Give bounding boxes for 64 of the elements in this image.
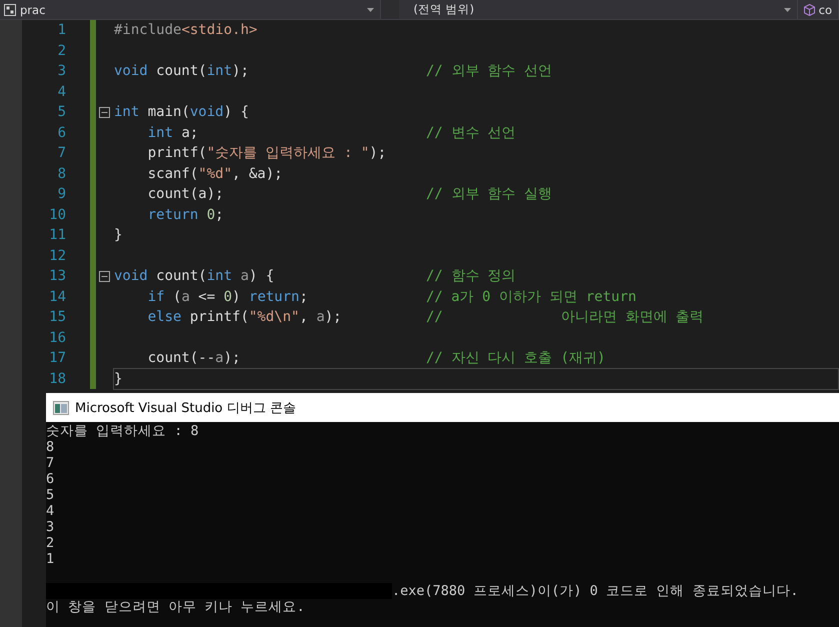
console-output: 3 [46,519,54,535]
code-text: count(--a); [146,350,242,366]
line-number: 6 [56,124,67,141]
project-dropdown[interactable]: prac [0,0,382,19]
console-output: .exe(7880 프로세스)이(가) 0 코드로 인해 종료되었습니다. [392,583,798,599]
line-number: 13 [48,268,67,284]
console-app-icon [53,400,69,414]
code-comment: // 아니라면 화면에 출력 [426,308,704,326]
code-text: } [114,227,124,244]
console-output: 숫자를 입력하세요 : 8 [46,423,199,439]
code-comment: // 변수 선언 [426,124,516,142]
line-number: 16 [48,330,67,346]
project-name: prac [20,2,46,16]
console-output: 이 창을 닫으려면 아무 키나 누르세요. [46,599,305,615]
code-text: return 0; [146,206,225,223]
code-text: scanf("%d", &a); [146,166,284,182]
line-number: 7 [56,145,67,162]
scope-name: (전역 범위) [413,2,476,17]
line-number: 14 [48,288,67,305]
line-number: 18 [48,370,67,387]
scope-dropdown[interactable]: (전역 범위) [399,0,798,19]
console-output: 6 [46,471,54,487]
line-number: 8 [56,166,67,182]
console-title: Microsoft Visual Studio 디버그 콘솔 [75,400,296,416]
code-comment: // 함수 정의 [426,267,516,286]
member-dropdown[interactable]: co [798,0,839,19]
console-output: 8 [46,439,54,455]
code-comment: // 외부 함수 선언 [426,62,552,80]
console-output: 1 [46,551,54,567]
caret-icon [367,8,374,12]
line-number: 2 [56,42,67,59]
code-comment: // 자신 다시 호출 (재귀) [426,349,606,368]
caret-icon [784,8,791,12]
console-output: 2 [46,535,54,551]
code-comment: // 외부 함수 실행 [426,185,552,204]
code-text: } [114,370,124,387]
code-text: void count(int a) { [114,268,276,284]
console-output: 4 [46,503,54,519]
collapse-icon[interactable] [99,270,110,282]
line-number: 9 [56,186,67,202]
cube-icon [804,4,815,16]
line-number: 10 [48,206,67,223]
console-output: 7 [46,455,54,471]
code-text: else printf("%d\n", a); [146,309,343,326]
code-comment: // a가 0 이하가 되면 return [426,288,636,306]
line-number: 4 [56,84,67,100]
code-text: int a; [146,124,200,141]
collapse-icon[interactable] [99,106,110,118]
line-number: 17 [48,350,67,366]
code-text: printf("숫자를 입력하세요 : "); [146,144,388,162]
code-text: if (a <= 0) return; [146,288,309,305]
member-name: co [818,2,832,16]
code-text: int main(void) { [114,104,250,120]
console-output: 5 [46,487,54,503]
code-text: #include<stdio.h> [114,22,258,38]
line-number: 1 [56,22,67,38]
line-number: 12 [48,248,67,264]
line-number: 11 [48,227,67,244]
line-number: 5 [56,104,67,120]
code-text: void count(int); [114,63,250,80]
project-icon [4,4,16,16]
line-number: 15 [48,309,67,326]
line-number: 3 [56,63,67,80]
code-text: count(a); [146,186,225,202]
